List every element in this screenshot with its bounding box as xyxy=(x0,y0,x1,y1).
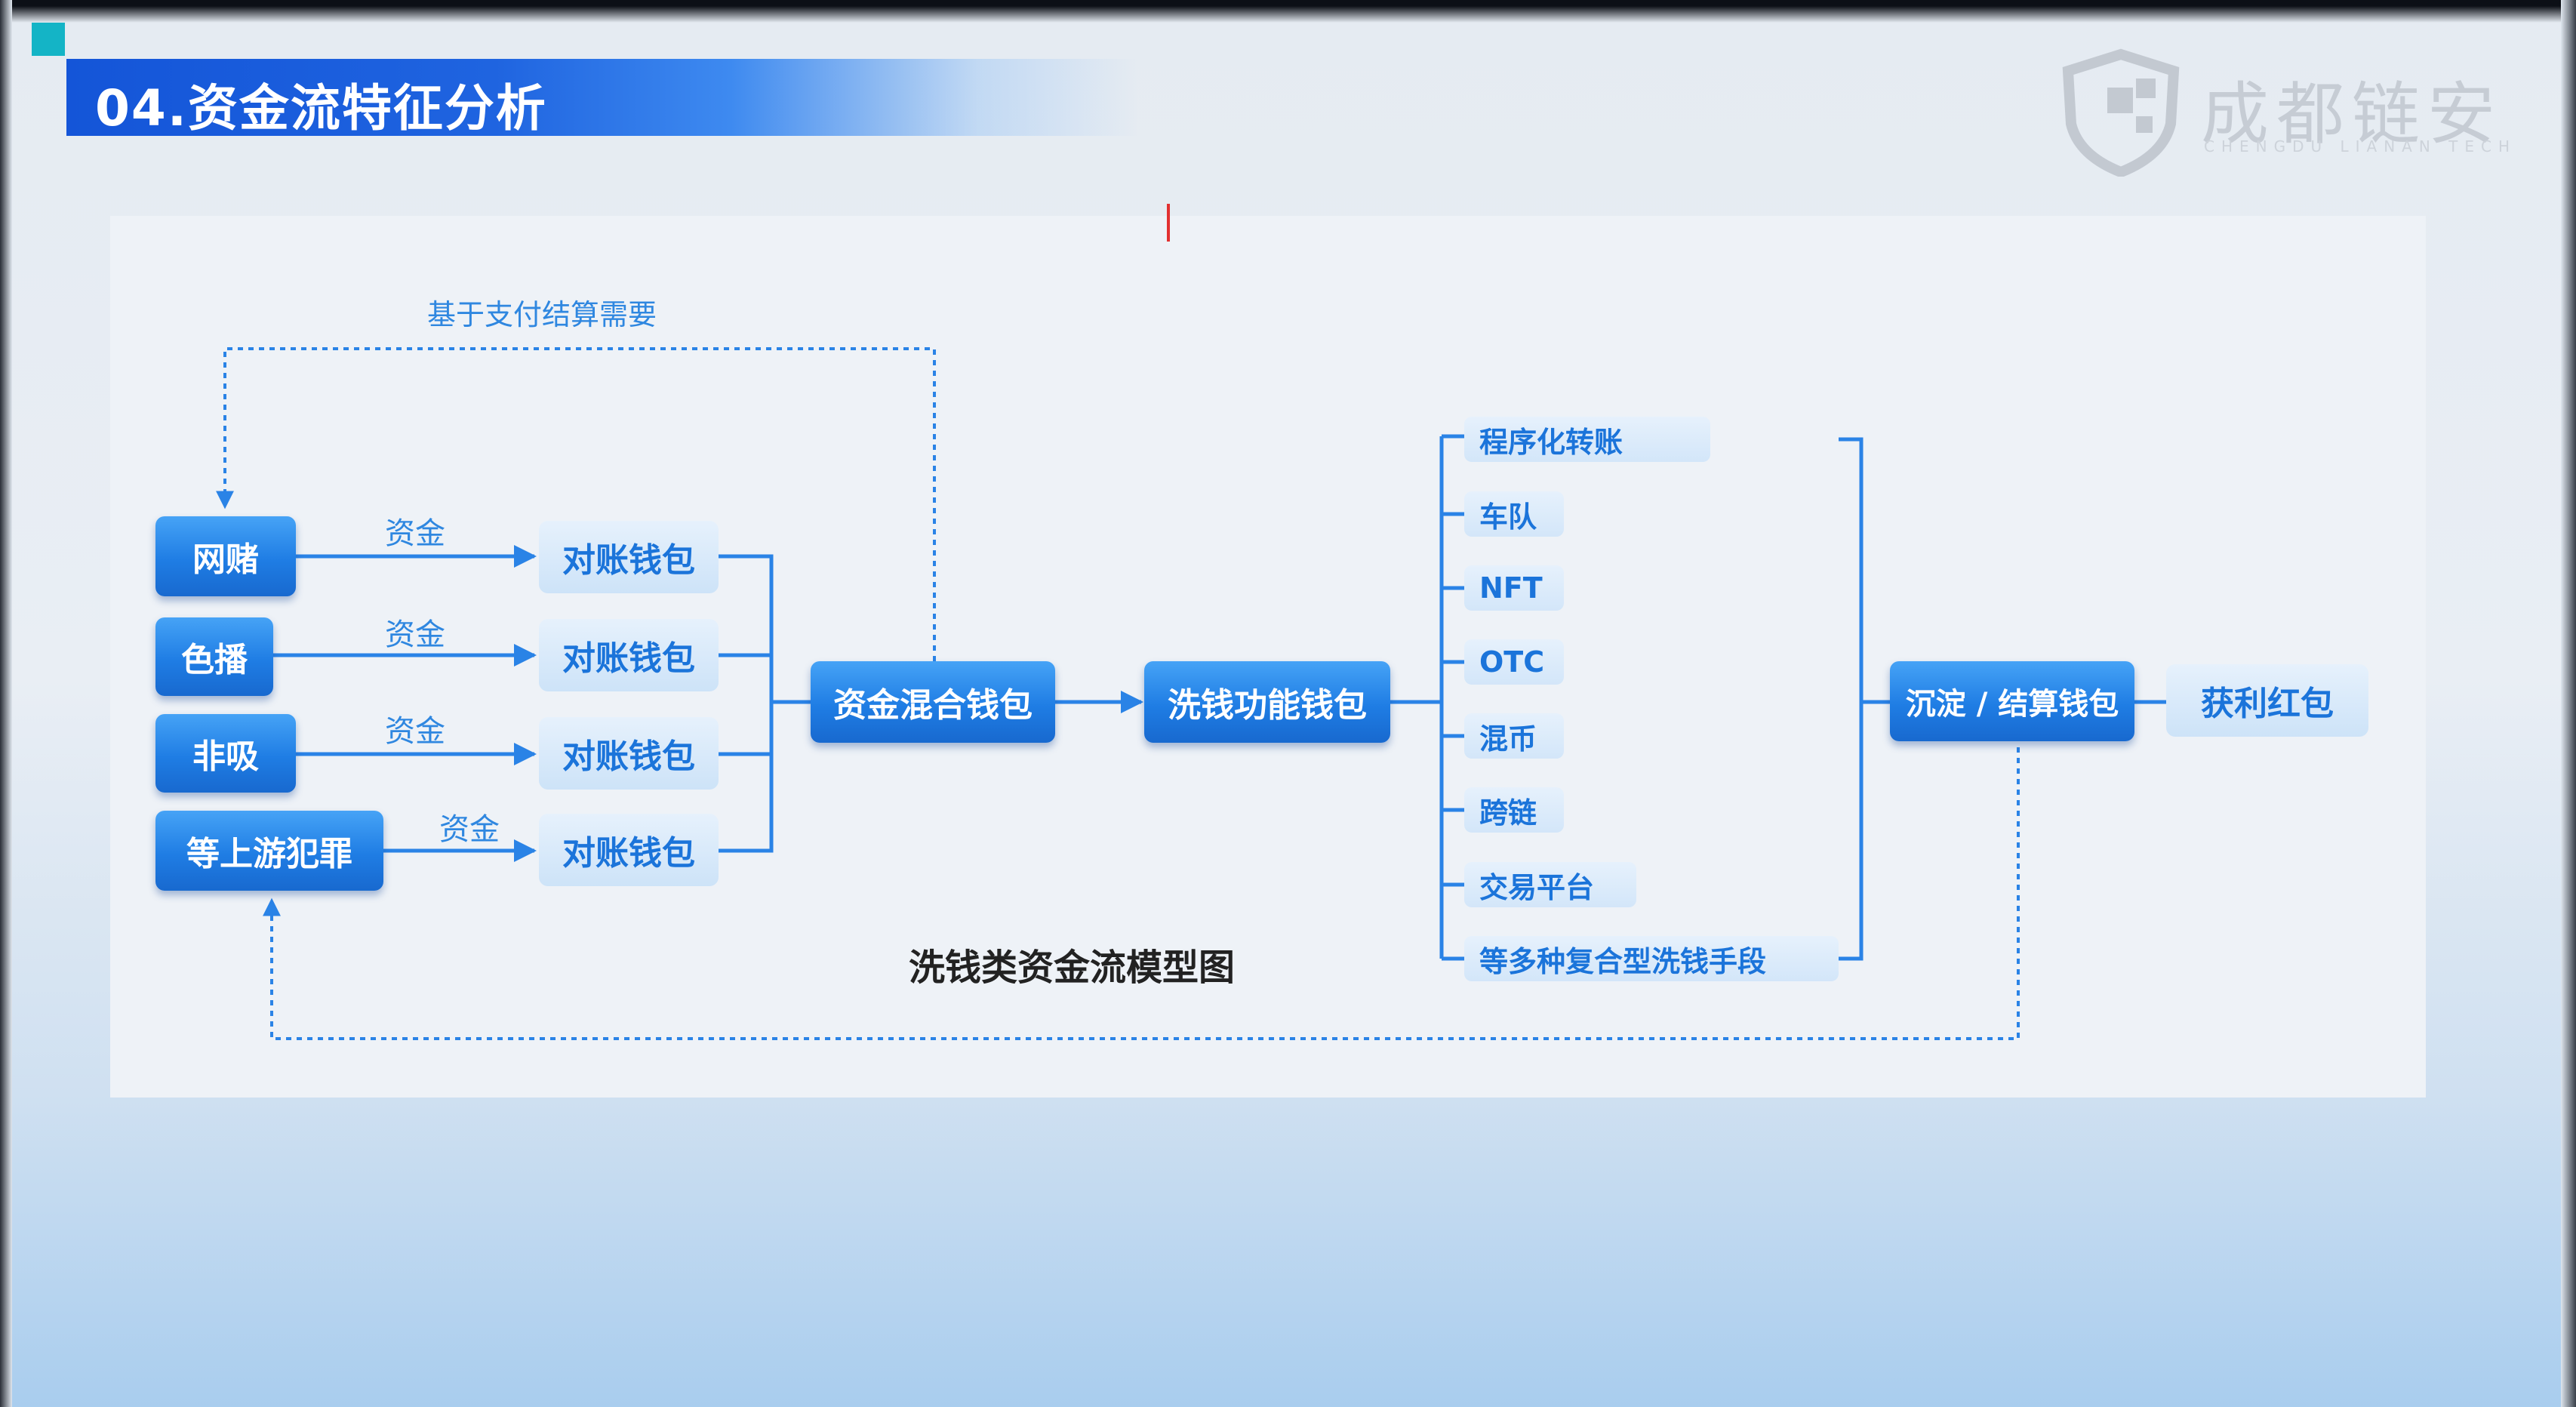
reconcile-wallet-3: 对账钱包 xyxy=(539,717,719,790)
reconcile-wallet-1: 对账钱包 xyxy=(539,521,719,593)
method-item-4: OTC xyxy=(1464,639,1564,685)
mixing-wallet: 资金混合钱包 xyxy=(811,661,1055,743)
laundering-wallet: 洗钱功能钱包 xyxy=(1144,661,1390,743)
settlement-wallet: 沉淀 / 结算钱包 xyxy=(1890,661,2134,741)
source-node-2: 色播 xyxy=(155,617,273,696)
feedback-loop-bottom xyxy=(263,747,2020,1040)
feedback-top-label: 基于支付结算需要 xyxy=(427,298,657,331)
bracket-reconcile xyxy=(719,554,774,853)
source-node-1: 网赌 xyxy=(155,516,296,596)
edge-label-4: 资金 xyxy=(439,812,500,847)
source-node-3: 非吸 xyxy=(155,714,296,793)
bracket-methods-right xyxy=(1839,437,1864,961)
method-item-3: NFT xyxy=(1464,565,1564,611)
bracket-methods xyxy=(1439,434,1464,961)
method-item-5: 混币 xyxy=(1464,713,1564,759)
method-item-8: 等多种复合型洗钱手段 xyxy=(1464,936,1839,981)
profit-node: 获利红包 xyxy=(2166,664,2368,737)
method-item-1: 程序化转账 xyxy=(1464,417,1710,462)
feedback-loop-top xyxy=(216,347,936,661)
reconcile-wallet-4: 对账钱包 xyxy=(539,814,719,886)
method-item-2: 车队 xyxy=(1464,491,1564,537)
method-item-6: 跨链 xyxy=(1464,787,1564,833)
edge-label-1: 资金 xyxy=(385,516,445,551)
source-node-4: 等上游犯罪 xyxy=(155,811,383,891)
method-item-7: 交易平台 xyxy=(1464,862,1636,907)
diagram-caption: 洗钱类资金流模型图 xyxy=(909,947,1236,989)
edge-label-2: 资金 xyxy=(385,617,445,652)
reconcile-wallet-2: 对账钱包 xyxy=(539,619,719,691)
edge-label-3: 资金 xyxy=(385,714,445,749)
